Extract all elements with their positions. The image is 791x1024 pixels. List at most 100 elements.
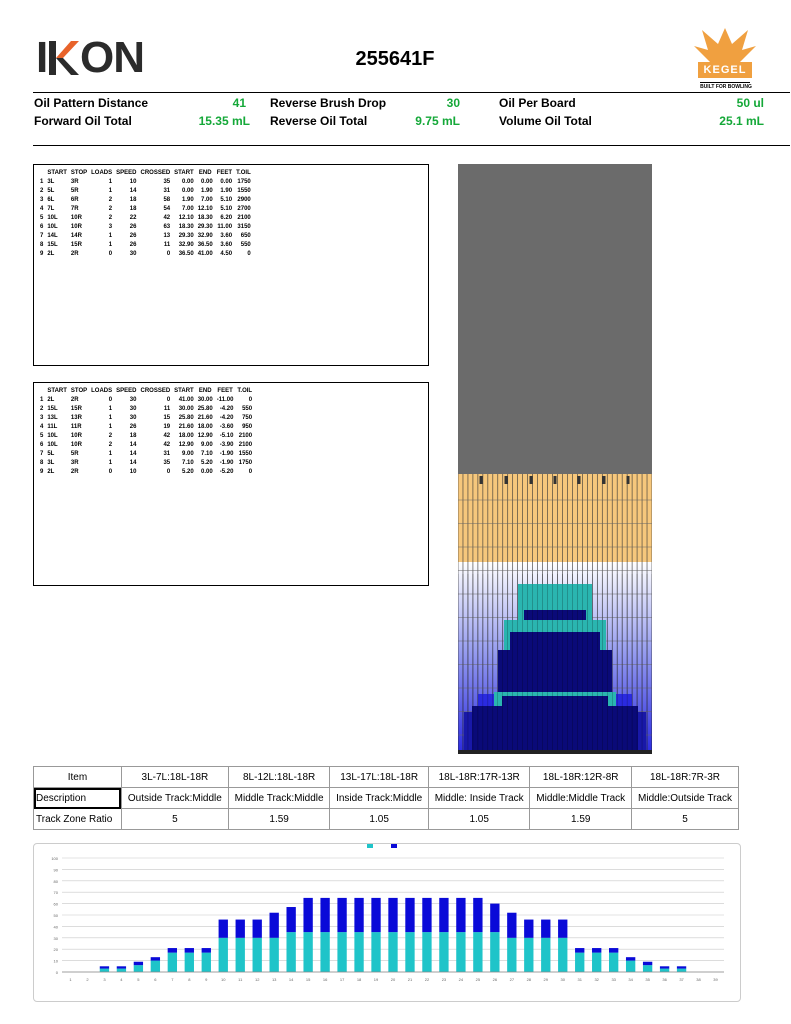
table-cell: -4.20 [219,406,234,412]
table-cell: 10L [47,442,58,448]
chart-y-tick: 70 [54,890,59,895]
table-cell: 10 [129,469,137,475]
track-zone-table: Item 3L-7L:18L-18R 8L-12L:18L-18R 13L-17… [33,766,739,830]
table-cell: 2 [108,442,113,448]
bar-reverse [252,919,262,938]
col-speed: SPEED [116,170,137,176]
table-row: 9 2L 2R 0 30 0 36.50 41.00 4.50 0 [38,250,253,259]
col-feet: FEET [217,388,233,394]
table-cell: 2L [47,469,55,475]
bar-forward [642,965,653,972]
lane-arrow-mark [553,476,557,484]
table-cell: 1 [108,188,113,194]
table-cell: 7R [70,206,79,212]
reverse-pass-grid: START STOP LOADS SPEED CROSSED START END… [38,387,254,477]
bar-forward [592,952,602,972]
bar-forward [184,952,194,972]
chart-y-tick: 10 [54,959,59,964]
pattern-name: 255641F [355,48,435,70]
table-cell: 7.00 [182,206,194,212]
table-cell: 4 [40,424,44,430]
chart-y-tick: 30 [54,936,59,941]
chart-x-tick: 21 [408,977,413,982]
ikon-logo-on: ON [80,33,145,82]
chart-x-tick: 11 [238,977,243,982]
table-cell: 0 [248,469,253,475]
table-cell: 26 [129,224,137,230]
bar-forward [625,960,636,972]
table-cell: 3L [47,460,55,466]
table-cell: 2L [47,251,55,257]
bar-forward [439,932,449,972]
table-cell: 1 [40,179,44,185]
description-label[interactable]: Description [33,787,122,809]
bar-reverse [99,966,110,969]
table-cell: 2100 [238,442,253,448]
kegel-logo: KEGEL BUILT FOR BOWLING [690,24,760,94]
table-cell: 5L [47,188,55,194]
table-cell: 0.00 [182,188,194,194]
item-label: Item [33,766,122,788]
table-cell: 0.00 [220,179,233,185]
chart-x-tick: 4 [120,977,123,982]
chart-y-tick: 20 [54,947,59,952]
bar-forward [524,937,534,972]
track-zone-ratio-row: Track Zone Ratio 5 1.59 1.05 1.05 1.59 5 [33,808,739,830]
table-cell: 54 [163,206,171,212]
table-cell: 14 [129,442,137,448]
table-cell: 0 [108,469,113,475]
table-cell: 30 [129,251,137,257]
chart-x-tick: 17 [340,977,345,982]
bar-reverse [235,919,245,938]
table-row: 6 10L 10R 3 26 63 18.30 29.30 11.00 3150 [38,223,253,232]
col-crossed: CROSSED [140,388,171,394]
chart-x-tick: 22 [425,977,430,982]
reverse-oil-total-value: 9.75 mL [415,114,460,128]
chart-y-tick: 40 [54,924,59,929]
table-cell: 7.10 [182,460,194,466]
table-cell: 2100 [238,433,253,439]
col-start-feet: START [174,170,194,176]
table-cell: 26 [129,424,137,430]
bar-forward [201,952,211,972]
bar-reverse [541,919,551,938]
ratio-label: Track Zone Ratio [33,808,122,830]
track-zone-ratio: 1.05 [329,808,429,830]
chart-y-tick: 0 [56,970,59,975]
table-cell: 1 [108,460,113,466]
bar-forward [371,932,381,972]
bar-forward [133,965,144,972]
table-cell: 29.30 [197,224,213,230]
table-cell: 26 [129,233,137,239]
reverse-brush-drop-label: Reverse Brush Drop [270,96,387,110]
table-row: 8 3L 3R 1 14 35 7.10 5.20 -1.90 1750 [38,459,254,468]
table-cell: 5R [70,188,79,194]
track-zone-item-row: Item 3L-7L:18L-18R 8L-12L:18L-18R 13L-17… [33,766,739,788]
chart-x-tick: 35 [645,977,650,982]
chart-x-tick: 37 [679,977,684,982]
col-speed: SPEED [116,388,137,394]
chart-y-tick: 60 [54,902,59,907]
ikon-logo-k-mark [49,41,79,75]
chart-x-tick: 6 [154,977,157,982]
track-zone-ratio: 1.59 [227,808,331,830]
table-cell: 6L [47,197,55,203]
oil-region [472,706,638,750]
bar-forward [388,932,398,972]
table-cell: 12.10 [197,206,213,212]
table-cell: 11.00 [217,224,233,230]
bar-reverse [116,966,127,969]
forward-pass-grid: START STOP LOADS SPEED CROSSED START END… [38,169,253,259]
lane-wood-area [458,474,652,562]
bar-forward [659,968,670,972]
chart-x-tick: 2 [86,977,89,982]
oil-per-board-value: 50 ul [736,96,764,110]
table-cell: 9.00 [201,442,213,448]
bar-reverse [405,897,415,933]
chart-x-tick: 38 [696,977,701,982]
bar-reverse [422,897,432,933]
table-cell: 3 [40,197,44,203]
table-cell: 14 [129,188,137,194]
bar-reverse [201,948,211,953]
oil-per-board-label: Oil Per Board [499,96,576,110]
